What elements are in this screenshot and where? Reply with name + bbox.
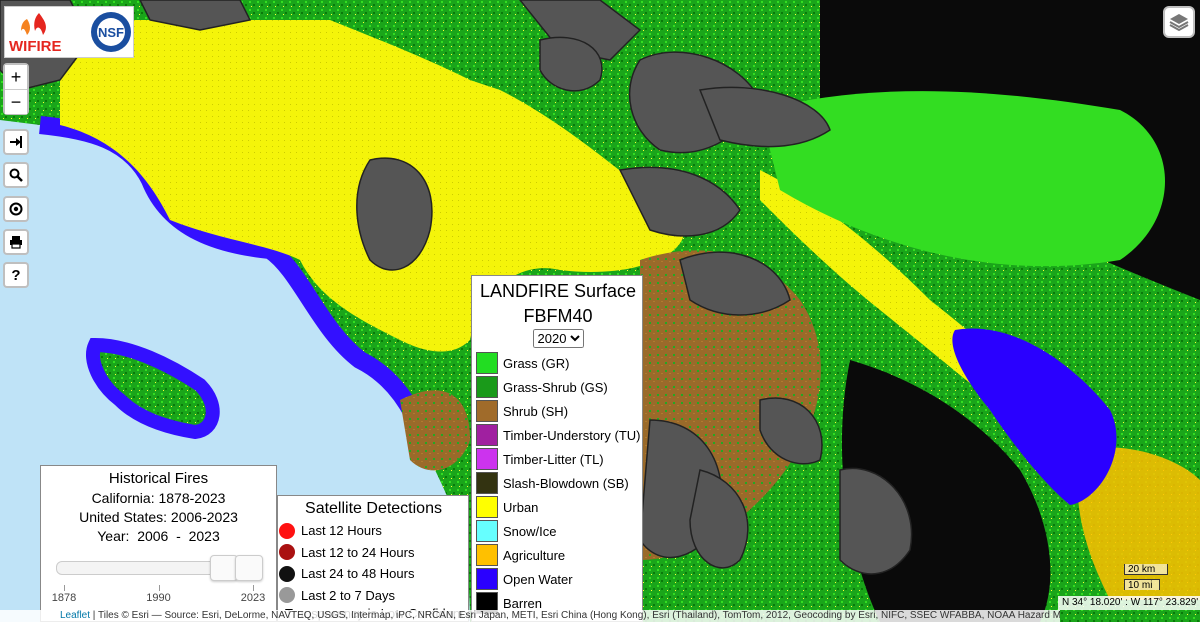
legend-item: Timber-Litter (TL) [476,447,642,471]
legend-swatch [476,424,498,446]
legend-label: Urban [503,499,539,515]
satellite-item: Last 12 to 24 Hours [279,542,468,564]
legend-label: Grass (GR) [503,355,570,371]
satellite-label: Last 24 to 48 Hours [301,566,415,582]
legend-item: Open Water [476,567,642,591]
historical-year-row: Year: 2006 - 2023 [41,527,276,546]
legend-item: Timber-Understory (TU) [476,423,642,447]
slider-handle-to[interactable] [235,555,263,581]
legend-label: Barren [503,595,543,611]
satellite-dot-icon [279,522,295,539]
historical-us-range: United States: 2006-2023 [79,509,238,525]
help-button[interactable]: ? [3,262,29,288]
wifire-logo: WIFIRE NSF [4,6,134,58]
year-from: 2006 [137,528,169,544]
login-icon [10,136,22,148]
slider-ticks: 1878 1990 2023 [52,585,265,609]
year-to: 2023 [188,528,220,544]
legend-item: Snow/Ice [476,519,642,543]
legend-swatch [476,448,498,470]
slider-handle-from[interactable] [209,555,238,581]
slider-tick-mark [64,585,65,591]
historical-fires-panel: Historical Fires California: 1878-2023 U… [40,465,277,622]
legend-swatch [476,376,498,398]
slider-tick-mark [158,585,160,591]
legend-label: Slash-Blowdown (SB) [503,475,629,491]
legend-title-line1: LANDFIRE Surface [479,281,637,301]
layers-button[interactable] [1163,6,1195,38]
year-select[interactable]: 2020 [532,329,584,348]
legend-title-line2: FBFM40 [523,306,593,326]
legend-label: Agriculture [503,547,566,563]
slider-tick-label: 2023 [240,592,266,604]
locate-icon [9,202,23,216]
legend-label: Shrub (SH) [503,403,569,419]
help-icon: ? [11,266,21,284]
historical-title: Historical Fires [108,470,209,487]
attribution-text: | Tiles © Esri — Source: Esri, DeLorme, … [92,610,1060,621]
nsf-wordmark: NSF [98,25,124,40]
legend-swatch [476,400,498,422]
legend-list: Grass (GR) Grass-Shrub (GS) Shrub (SH) Timb… [474,351,642,615]
legend-item: Urban [476,495,642,519]
search-icon [9,168,23,182]
login-button[interactable] [3,129,29,155]
satellite-item: Last 24 to 48 Hours [279,563,468,585]
satellite-detections-panel: Satellite Detections Last 12 Hours Last 1… [277,495,474,622]
legend-swatch [476,568,498,590]
legend-item: Grass (GR) [476,351,642,375]
legend-item: Slash-Blowdown (SB) [476,471,642,495]
landfire-legend: LANDFIRE Surface FBFM40 2020 Grass (GR) G… [471,275,643,622]
leaflet-link[interactable]: Leaflet [60,610,90,621]
legend-item: Grass-Shrub (GS) [476,375,642,399]
historical-california-range: California: 1878-2023 [91,490,226,506]
legend-item: Shrub (SH) [476,399,642,423]
legend-swatch [476,544,498,566]
print-icon [10,236,22,249]
legend-label: Grass-Shrub (GS) [503,379,608,395]
satellite-item: Last 12 Hours [279,520,468,542]
attribution-bar: Leaflet | Tiles © Esri — Source: Esri, D… [0,610,1060,622]
legend-swatch [476,496,498,518]
satellite-label: Last 12 to 24 Hours [301,544,415,560]
legend-label: Timber-Litter (TL) [503,451,604,467]
zoom-in-button[interactable]: + [5,65,27,90]
wifire-logo-graphic: WIFIRE NSF [9,12,131,55]
satellite-dot-icon [279,587,295,604]
coordinate-readout: N 34° 18.020' : W 117° 23.829' [1058,596,1200,610]
legend-swatch [476,352,498,374]
slider-tick-label: 1990 [146,592,171,604]
legend-item: Agriculture [476,543,642,567]
zoom-control: + − [3,63,29,115]
satellite-dot-icon [279,544,295,561]
slider-tick-mark [253,585,254,591]
locate-button[interactable] [3,196,29,222]
year-range-slider[interactable] [56,555,263,581]
legend-label: Timber-Understory (TU) [503,427,641,443]
layers-icon [1169,14,1189,32]
satellite-title: Satellite Detections [305,500,442,517]
legend-swatch [476,472,498,494]
legend-swatch [476,520,498,542]
zoom-out-button[interactable]: − [5,90,27,114]
satellite-label: Last 12 Hours [301,523,382,539]
legend-label: Open Water [503,571,573,587]
satellite-label: Last 2 to 7 Days [301,587,395,603]
year-separator: - [176,528,181,544]
legend-label: Snow/Ice [503,523,557,539]
satellite-legend-list: Last 12 Hours Last 12 to 24 Hours Last 24 … [279,520,468,606]
scale-bar-mi: 10 mi [1124,579,1160,591]
wifire-wordmark: WIFIRE [9,38,62,55]
slider-tick-label: 1878 [51,592,77,604]
year-label: Year: [97,528,130,544]
search-button[interactable] [3,162,29,188]
satellite-item: Last 2 to 7 Days [279,585,468,607]
print-button[interactable] [3,229,29,255]
scale-bar-km: 20 km [1124,564,1168,575]
satellite-dot-icon [279,565,295,582]
